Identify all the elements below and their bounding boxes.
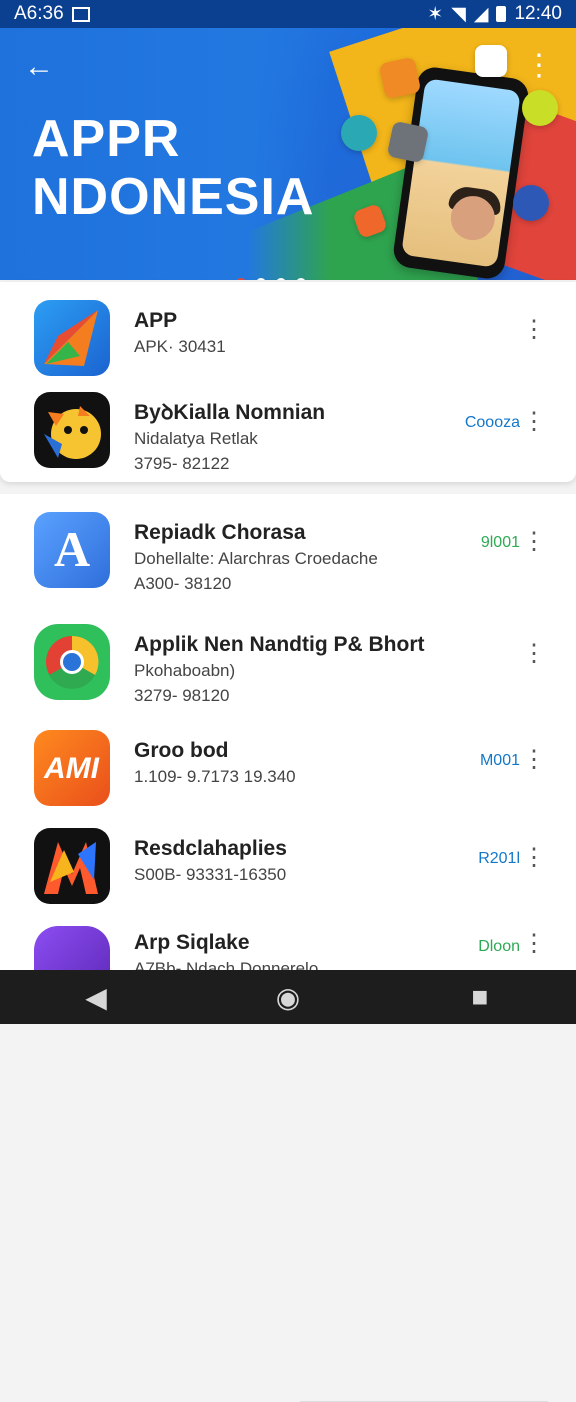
more-vertical-icon[interactable]: ⋮ (524, 48, 554, 83)
app-row-app[interactable]: APP APK· 30431 ⋮ (0, 290, 576, 394)
app-meta: 3795- 82122 (134, 454, 230, 473)
app-action[interactable]: R201l (478, 850, 520, 868)
phone-screen (401, 78, 521, 268)
app-action[interactable]: Dloon (478, 938, 520, 956)
ami-logo-icon: AMI (34, 730, 110, 806)
app-name: Repiadk Chorasa (134, 521, 306, 544)
app-meta: A7Bb- Ndach Donnerelo (134, 959, 319, 970)
chrome-like-icon (34, 624, 110, 700)
carousel-indicators (236, 278, 306, 280)
more-vertical-icon[interactable]: ⋮ (522, 410, 546, 434)
app-list: A Repiadk Chorasa Dohellalte: Alarchras … (0, 494, 576, 1402)
app-meta: S00B- 93331-16350 (134, 865, 287, 884)
letter-a-glyph: A (54, 521, 91, 577)
carousel-dot[interactable] (296, 278, 306, 280)
app-meta: A300- 38120 (134, 574, 232, 593)
more-vertical-icon[interactable]: ⋮ (522, 318, 546, 342)
status-time-left: A6:36 (14, 3, 64, 24)
carousel-dot[interactable] (256, 278, 266, 280)
colorful-m-icon (34, 828, 110, 904)
tools-float-icon (386, 120, 430, 164)
more-vertical-icon[interactable]: ⋮ (522, 932, 546, 956)
paper-plane-icon (34, 300, 110, 376)
back-nav-button[interactable]: ◀ (56, 981, 136, 1014)
app-row-repiadk[interactable]: A Repiadk Chorasa Dohellalte: Alarchras … (0, 502, 576, 606)
app-action[interactable]: Coooza (465, 414, 520, 432)
app-meta: Pkohaboabn) (134, 661, 236, 680)
letter-a-icon: A (34, 512, 110, 588)
hero-title-line1: APPR (32, 110, 181, 168)
more-vertical-icon[interactable]: ⋮ (522, 530, 546, 554)
image-icon (71, 6, 90, 22)
app-name: Arp Siqlake (134, 931, 250, 954)
app-row-applik[interactable]: Applik Nen Nandtig P& Bhort Pkohaboabn) … (0, 614, 576, 718)
app-name: Applik Nen Nandtig P& Bhort (134, 633, 425, 656)
battery-icon (496, 6, 507, 22)
hero-title: APPR NDONESIA (32, 110, 314, 226)
carousel-dot[interactable] (276, 278, 286, 280)
app-meta: Nidalatya Retlak (134, 429, 258, 448)
app-row-resdclahaplies[interactable]: Resdclahaplies S00B- 93331-16350 R201l ⋮ (0, 818, 576, 922)
app-meta: 3279- 98120 (134, 686, 230, 705)
app-text: Repiadk Chorasa Dohellalte: Alarchras Cr… (134, 520, 454, 596)
app-action[interactable]: 9l001 (481, 534, 520, 552)
app-action[interactable]: M001 (480, 752, 520, 770)
app-meta: Dohellalte: Alarchras Croedache (134, 549, 378, 568)
signal-icon: ◢ (473, 3, 489, 25)
app-name: APP (134, 309, 178, 332)
carousel-dot[interactable] (236, 278, 246, 280)
wifi-icon: ◥ (451, 3, 466, 25)
app-text: ByꝺKialla Nomnian Nidalatya Retlak 3795-… (134, 400, 454, 476)
recent-apps-button[interactable]: ■ (440, 981, 520, 1013)
app-text: Applik Nen Nandtig P& Bhort Pkohaboabn) … (134, 632, 454, 708)
home-nav-button[interactable]: ◉ (248, 981, 328, 1014)
maps-float-icon (475, 45, 507, 77)
bird-face-icon (34, 392, 110, 468)
app-name: Groo bod (134, 739, 229, 762)
more-vertical-icon[interactable]: ⋮ (522, 748, 546, 772)
status-bar: A6:36 ✶ ◥ ◢ 12:40 (0, 0, 576, 28)
more-vertical-icon[interactable]: ⋮ (522, 846, 546, 870)
app-meta: APK· 30431 (134, 337, 226, 356)
app-name: Resdclahaplies (134, 837, 287, 860)
hero-banner[interactable]: ← ⋮ APPR NDONESIA (0, 28, 576, 280)
orange-app-float-icon (378, 56, 422, 100)
app-name: ByꝺKialla Nomnian (134, 401, 326, 424)
hero-title-line2: NDONESIA (32, 168, 315, 226)
lime-float-icon (522, 90, 558, 126)
featured-app-card: APP APK· 30431 ⋮ ByꝺKialla Nomnian Nidal… (0, 282, 576, 482)
bluetooth-icon: ✶ (427, 3, 444, 25)
app-row-bydkialla[interactable]: ByꝺKialla Nomnian Nidalatya Retlak 3795-… (0, 382, 576, 486)
system-nav-bar: ◀ ◉ ■ (0, 970, 576, 1024)
status-time-right: 12:40 (514, 3, 562, 24)
app-text: Arp Siqlake A7Bb- Ndach Donnerelo (134, 930, 454, 970)
app-text: Groo bod 1.109- 9.7173 19.340 (134, 738, 454, 789)
purple-app-icon (34, 926, 110, 970)
app-row-groobod[interactable]: AMI Groo bod 1.109- 9.7173 19.340 M001 ⋮ (0, 720, 576, 824)
more-vertical-icon[interactable]: ⋮ (522, 642, 546, 666)
app-text: Resdclahaplies S00B- 93331-16350 (134, 836, 454, 887)
chat-float-icon (341, 115, 377, 151)
app-meta: 1.109- 9.7173 19.340 (134, 767, 296, 786)
ami-logo-text: AMI (44, 752, 99, 785)
app-text: APP APK· 30431 (134, 308, 454, 359)
app-row-arp-siqlake[interactable]: Arp Siqlake A7Bb- Ndach Donnerelo Dloon … (0, 916, 576, 970)
blue-float-icon (513, 185, 549, 221)
back-icon[interactable]: ← (24, 50, 54, 84)
